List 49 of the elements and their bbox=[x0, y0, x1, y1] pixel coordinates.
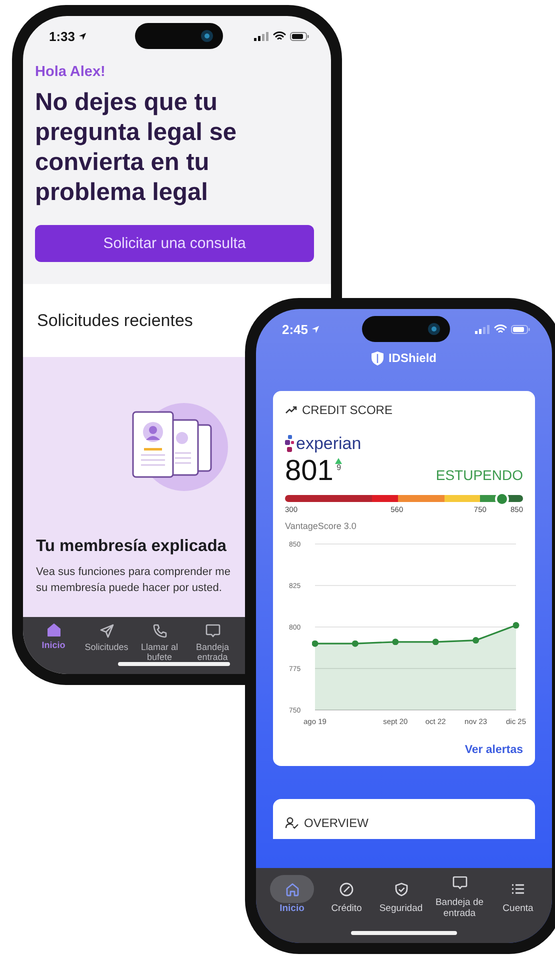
paper-plane-icon bbox=[98, 623, 114, 639]
chat-bubble-icon bbox=[204, 623, 220, 639]
membership-description: Vea sus funciones para comprender me bbox=[36, 565, 230, 580]
tab[interactable]: Bandeja de entrada bbox=[430, 869, 490, 943]
score-model: VantageScore 3.0 bbox=[285, 521, 358, 531]
battery-icon bbox=[290, 32, 309, 40]
wifi-icon bbox=[494, 324, 507, 334]
bureau-logo: experian bbox=[296, 434, 362, 454]
tab[interactable]: Bandeja entrada bbox=[189, 623, 236, 674]
signal-icon bbox=[475, 324, 490, 334]
card-title: CREDIT SCORE bbox=[302, 403, 392, 417]
section-title: Solicitudes recientes bbox=[37, 310, 193, 330]
trend-up-icon bbox=[285, 406, 297, 414]
membership-title: Tu membresía explicada bbox=[36, 537, 226, 556]
tab[interactable]: Crédito bbox=[320, 875, 372, 943]
brand-name: IDShield bbox=[388, 351, 436, 365]
headline: No dejes que tu pregunta legal se convierta en tu problema legal bbox=[35, 88, 238, 208]
card-title: OVERVIEW bbox=[304, 816, 368, 830]
request-consultation-button[interactable]: Solicitar una consulta bbox=[35, 225, 314, 262]
tab[interactable]: Cuenta bbox=[492, 875, 544, 943]
location-arrow-icon bbox=[78, 32, 88, 40]
status-time: 1:33 bbox=[49, 28, 76, 44]
tab[interactable]: Seguridad bbox=[375, 875, 427, 943]
signal-icon bbox=[254, 32, 269, 40]
up-triangle-icon bbox=[335, 458, 342, 464]
chat-bubble-icon bbox=[452, 875, 468, 891]
wifi-icon bbox=[273, 31, 286, 41]
house-icon bbox=[284, 882, 300, 896]
score-rating: ESTUPENDO bbox=[436, 467, 523, 485]
tab[interactable]: Llamar al bufete bbox=[136, 623, 183, 674]
house-icon bbox=[46, 623, 60, 637]
person-check-icon bbox=[285, 817, 299, 829]
list-icon bbox=[511, 883, 525, 895]
view-alerts-link[interactable]: Ver alertas bbox=[464, 744, 523, 756]
location-arrow-icon bbox=[311, 324, 320, 334]
tab[interactable]: Inicio bbox=[30, 623, 77, 674]
status-time: 2:45 bbox=[282, 322, 308, 336]
membership-description: su membresía puede hacer por usted. bbox=[36, 581, 222, 596]
tab[interactable]: Solicitudes bbox=[83, 623, 130, 674]
greeting: Hola Alex! bbox=[35, 64, 106, 80]
shield-icon bbox=[371, 350, 384, 366]
gauge-icon bbox=[339, 882, 354, 896]
battery-icon bbox=[511, 324, 530, 334]
phone-icon bbox=[152, 623, 168, 639]
shield-check-icon bbox=[394, 882, 408, 896]
dots-logo-icon bbox=[285, 435, 295, 453]
tab[interactable]: Inicio bbox=[266, 875, 318, 943]
credit-score: 801 bbox=[285, 456, 334, 486]
score-change: 9 bbox=[336, 464, 342, 472]
